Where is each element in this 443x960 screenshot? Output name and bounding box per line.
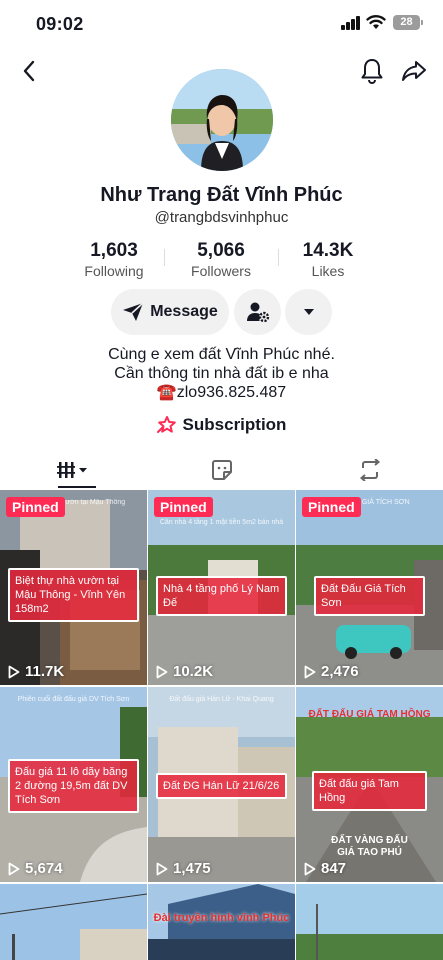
stat-divider xyxy=(164,249,165,266)
pinned-badge: Pinned xyxy=(154,497,213,517)
view-count: 5,674 xyxy=(8,860,63,877)
subscription-label: Subscription xyxy=(182,415,287,434)
profile-bio: Cùng e xem đất Vĩnh Phúc nhé. Cần thông … xyxy=(0,345,443,402)
bio-line: Cần thông tin nhà đất ib e nha xyxy=(114,365,329,382)
view-count-value: 11.7K xyxy=(25,663,65,680)
video-overlay-note: Đất đấu giá Hán Lữ - Khai Quang xyxy=(169,696,274,703)
pinned-badge: Pinned xyxy=(6,497,65,517)
video-tile[interactable]: Đài truyền hình vĩnh Phúc xyxy=(148,884,295,960)
wifi-icon xyxy=(366,15,386,29)
avatar-photo xyxy=(171,69,273,171)
tab-videos[interactable] xyxy=(0,450,148,490)
tab-repost[interactable] xyxy=(296,450,443,490)
video-overlay-note: ĐẤT ĐẤU GIÁ TAM HỒNG xyxy=(308,709,431,720)
video-overlay-text: ĐẤT VÀNG ĐẤU GIÁ TAO PHÚ xyxy=(331,835,408,858)
bio-line: Cùng e xem đất Vĩnh Phúc nhé. xyxy=(108,346,335,363)
status-bar: 09:02 28 xyxy=(0,0,443,48)
video-tile[interactable] xyxy=(0,884,147,960)
repost-icon xyxy=(359,459,381,481)
follow-settings-button[interactable] xyxy=(234,289,281,335)
video-caption: Đất ĐG Hán Lữ 21/6/26 xyxy=(156,773,287,799)
video-thumbnail xyxy=(0,884,147,960)
grid-videos-icon xyxy=(57,462,87,478)
bell-icon xyxy=(361,59,383,84)
play-outline-icon xyxy=(156,665,168,678)
view-count-value: 2,476 xyxy=(321,663,359,680)
subscription-link[interactable]: Subscription xyxy=(0,415,443,435)
video-tile[interactable] xyxy=(296,884,443,960)
view-count-value: 10.2K xyxy=(173,663,214,680)
video-tile[interactable]: Phiên cuối đất đấu giá DV Tích Sơn Đấu g… xyxy=(0,687,147,882)
view-count: 11.7K xyxy=(8,663,64,680)
video-thumbnail xyxy=(296,884,443,960)
battery-tip xyxy=(421,20,423,25)
likes-label: Likes xyxy=(311,263,345,279)
video-tile[interactable]: Căn nhà 4 tầng 1 mặt tiền 5m2 bán nhà Pi… xyxy=(148,490,295,685)
video-tile[interactable]: Đất đấu giá Hán Lữ - Khai Quang Đất ĐG H… xyxy=(148,687,295,882)
video-caption: Đấu giá 11 lô dãy băng 2 đường 19,5m đất… xyxy=(8,759,139,813)
video-tile[interactable]: Biệt thự nhà vườn tại Mậu Thông Pinned B… xyxy=(0,490,147,685)
pinned-badge: Pinned xyxy=(302,497,361,517)
tab-reposts[interactable] xyxy=(148,450,296,490)
stat-following[interactable]: 1,603 Following xyxy=(59,240,169,279)
share-arrow-icon xyxy=(402,61,426,81)
play-outline-icon xyxy=(8,862,20,875)
notifications-button[interactable] xyxy=(357,56,387,86)
view-count: 1,475 xyxy=(156,860,211,877)
avatar[interactable] xyxy=(171,69,273,171)
video-caption: Nhà 4 tầng phố Lý Nam Đế xyxy=(156,576,287,616)
more-dropdown-button[interactable] xyxy=(285,289,332,335)
play-outline-icon xyxy=(304,665,316,678)
followers-label: Followers xyxy=(191,263,251,279)
stat-likes[interactable]: 14.3K Likes xyxy=(273,240,383,279)
view-count: 2,476 xyxy=(304,663,359,680)
video-overlay-note: Phiên cuối đất đấu giá DV Tích Sơn xyxy=(17,696,130,703)
user-gear-icon xyxy=(246,302,269,323)
profile-name: Như Trang Đất Vĩnh Phúc xyxy=(100,184,343,206)
video-tile[interactable]: ĐẤT ĐẤU GIÁ TÍCH SƠN Pinned Đất Đấu Giá … xyxy=(296,490,443,685)
likes-count: 14.3K xyxy=(302,240,354,261)
content-tabs xyxy=(0,450,443,490)
view-count-value: 5,674 xyxy=(25,860,63,877)
send-icon xyxy=(123,302,144,321)
video-overlay-text: Đài truyền hình vĩnh Phúc xyxy=(153,912,290,924)
subscription-icon xyxy=(156,416,176,433)
following-count: 1,603 xyxy=(90,240,138,261)
video-tile[interactable]: ĐẤT ĐẤU GIÁ TAM HỒNG Đất đấu giá Tam Hồn… xyxy=(296,687,443,882)
stat-followers[interactable]: 5,066 Followers xyxy=(166,240,276,279)
play-outline-icon xyxy=(8,665,20,678)
caret-down-icon xyxy=(303,309,314,315)
status-time: 09:02 xyxy=(36,14,84,34)
back-button[interactable] xyxy=(14,56,44,86)
sticker-icon xyxy=(212,460,232,480)
video-caption: Đất Đấu Giá Tích Sơn xyxy=(314,576,425,616)
video-overlay-note: Căn nhà 4 tầng 1 mặt tiền 5m2 bán nhà xyxy=(159,519,284,526)
followers-count: 5,066 xyxy=(197,240,245,261)
play-outline-icon xyxy=(304,862,316,875)
video-caption: Đất đấu giá Tam Hồng xyxy=(312,771,427,811)
profile-handle: @trangbdsvinhphuc xyxy=(154,209,289,226)
bio-line: ☎️zlo936.825.487 xyxy=(156,384,287,401)
view-count-value: 847 xyxy=(321,860,347,877)
following-label: Following xyxy=(84,263,144,279)
message-button[interactable]: Message xyxy=(111,289,229,335)
tab-active-indicator xyxy=(58,486,96,488)
message-label: Message xyxy=(150,303,218,320)
cellular-signal-icon xyxy=(341,16,361,30)
share-button[interactable] xyxy=(399,56,429,86)
play-outline-icon xyxy=(156,862,168,875)
chevron-left-icon xyxy=(23,60,35,82)
battery-icon: 28 xyxy=(393,15,420,30)
view-count: 10.2K xyxy=(156,663,213,680)
view-count: 847 xyxy=(304,860,346,877)
view-count-value: 1,475 xyxy=(173,860,211,877)
video-caption: Biệt thự nhà vườn tại Mậu Thông - Vĩnh Y… xyxy=(8,568,139,622)
